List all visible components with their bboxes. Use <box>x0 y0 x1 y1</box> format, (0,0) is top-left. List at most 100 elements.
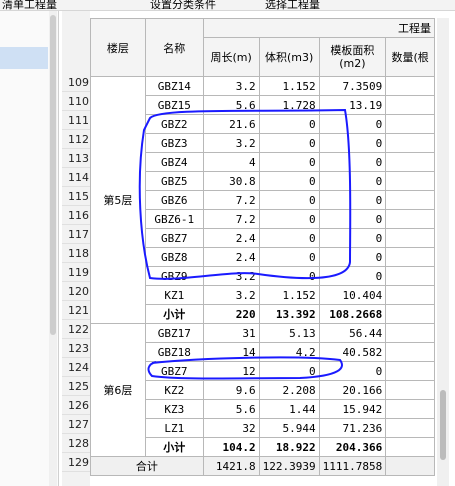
name-cell[interactable]: GBZ7 <box>144 361 204 381</box>
formwork-cell[interactable]: 0 <box>318 171 387 191</box>
name-cell[interactable]: GBZ2 <box>144 114 204 134</box>
row-number[interactable]: 116 <box>62 206 90 225</box>
perimeter-cell[interactable]: 5.6 <box>202 95 260 115</box>
row-number[interactable]: 109 <box>62 73 90 92</box>
name-cell[interactable]: GBZ7 <box>144 228 204 248</box>
formwork-cell[interactable]: 15.942 <box>318 399 387 419</box>
row-number[interactable]: 123 <box>62 339 90 358</box>
row-number[interactable]: 118 <box>62 244 90 263</box>
col-header-formwork[interactable]: 模板面积(m2) <box>318 37 387 77</box>
formwork-cell[interactable]: 108.2668 <box>318 304 387 324</box>
volume-cell[interactable]: 1.152 <box>258 76 320 96</box>
formwork-cell[interactable]: 10.404 <box>318 285 387 305</box>
row-number[interactable]: 122 <box>62 320 90 339</box>
quantity-cell[interactable] <box>385 76 435 96</box>
perimeter-cell[interactable]: 7.2 <box>202 190 260 210</box>
perimeter-cell[interactable]: 14 <box>202 342 260 362</box>
name-cell[interactable]: KZ3 <box>144 399 204 419</box>
formwork-cell[interactable]: 0 <box>318 152 387 172</box>
set-classification-button[interactable]: 设置分类条件 <box>150 0 216 10</box>
row-number[interactable]: 117 <box>62 225 90 244</box>
volume-cell[interactable]: 4.2 <box>258 342 320 362</box>
name-cell[interactable]: GBZ18 <box>144 342 204 362</box>
quantity-cell[interactable] <box>385 228 435 248</box>
row-number[interactable]: 112 <box>62 130 90 149</box>
volume-cell[interactable]: 0 <box>258 152 320 172</box>
volume-cell[interactable]: 0 <box>258 133 320 153</box>
quantity-cell[interactable] <box>385 152 435 172</box>
name-cell[interactable]: GBZ8 <box>144 247 204 267</box>
row-number[interactable]: 128 <box>62 434 90 453</box>
name-cell[interactable]: KZ1 <box>144 285 204 305</box>
quantity-cell[interactable] <box>385 171 435 191</box>
row-number[interactable]: 114 <box>62 168 90 187</box>
formwork-cell[interactable]: 13.19 <box>318 95 387 115</box>
perimeter-cell[interactable]: 30.8 <box>202 171 260 191</box>
select-quantity-button[interactable]: 选择工程量 <box>265 0 320 10</box>
selected-tree-item[interactable] <box>0 47 48 69</box>
volume-cell[interactable]: 122.3939 <box>258 456 320 476</box>
perimeter-cell[interactable]: 32 <box>202 418 260 438</box>
volume-cell[interactable]: 1.728 <box>258 95 320 115</box>
name-cell[interactable]: GBZ9 <box>144 266 204 286</box>
volume-cell[interactable]: 2.208 <box>258 380 320 400</box>
volume-cell[interactable]: 18.922 <box>258 437 320 457</box>
perimeter-cell[interactable]: 1421.8 <box>202 456 260 476</box>
perimeter-cell[interactable]: 2.4 <box>202 228 260 248</box>
quantity-cell[interactable] <box>385 342 435 362</box>
row-number[interactable]: 120 <box>62 282 90 301</box>
formwork-cell[interactable]: 0 <box>318 361 387 381</box>
perimeter-cell[interactable]: 21.6 <box>202 114 260 134</box>
formwork-cell[interactable]: 71.236 <box>318 418 387 438</box>
formwork-cell[interactable]: 0 <box>318 228 387 248</box>
volume-cell[interactable]: 1.152 <box>258 285 320 305</box>
quantity-cell[interactable] <box>385 361 435 381</box>
quantity-cell[interactable] <box>385 380 435 400</box>
formwork-cell[interactable]: 204.366 <box>318 437 387 457</box>
col-header-name[interactable]: 名称 <box>144 18 204 77</box>
row-number[interactable]: 113 <box>62 149 90 168</box>
formwork-cell[interactable]: 0 <box>318 209 387 229</box>
name-cell[interactable]: GBZ5 <box>144 171 204 191</box>
volume-cell[interactable]: 0 <box>258 266 320 286</box>
col-header-volume[interactable]: 体积(m3) <box>258 37 320 77</box>
name-cell[interactable]: GBZ15 <box>144 95 204 115</box>
quantity-cell[interactable] <box>385 266 435 286</box>
perimeter-cell[interactable]: 3.2 <box>202 266 260 286</box>
quantity-cell[interactable] <box>385 114 435 134</box>
volume-cell[interactable]: 0 <box>258 209 320 229</box>
formwork-cell[interactable]: 1111.7858 <box>318 456 387 476</box>
formwork-cell[interactable]: 40.582 <box>318 342 387 362</box>
row-number[interactable]: 110 <box>62 92 90 111</box>
perimeter-cell[interactable]: 3.2 <box>202 285 260 305</box>
name-cell[interactable]: GBZ6 <box>144 190 204 210</box>
row-number[interactable]: 127 <box>62 415 90 434</box>
name-cell[interactable]: GBZ14 <box>144 76 204 96</box>
perimeter-cell[interactable]: 7.2 <box>202 209 260 229</box>
left-scrollbar[interactable] <box>49 11 57 486</box>
volume-cell[interactable]: 0 <box>258 171 320 191</box>
volume-cell[interactable]: 0 <box>258 247 320 267</box>
name-cell[interactable]: 小计 <box>144 437 204 457</box>
left-scrollbar-thumb[interactable] <box>50 15 56 335</box>
name-cell[interactable]: 小计 <box>144 304 204 324</box>
perimeter-cell[interactable]: 12 <box>202 361 260 381</box>
quantity-cell[interactable] <box>385 247 435 267</box>
row-number[interactable]: 111 <box>62 111 90 130</box>
perimeter-cell[interactable]: 5.6 <box>202 399 260 419</box>
row-number[interactable]: 115 <box>62 187 90 206</box>
col-header-perimeter[interactable]: 周长(m) <box>202 37 260 77</box>
perimeter-cell[interactable]: 3.2 <box>202 133 260 153</box>
name-cell[interactable]: LZ1 <box>144 418 204 438</box>
formwork-cell[interactable]: 0 <box>318 247 387 267</box>
volume-cell[interactable]: 0 <box>258 114 320 134</box>
volume-cell[interactable]: 0 <box>258 228 320 248</box>
quantity-cell[interactable] <box>385 399 435 419</box>
row-number[interactable]: 124 <box>62 358 90 377</box>
formwork-cell[interactable]: 0 <box>318 133 387 153</box>
perimeter-cell[interactable]: 4 <box>202 152 260 172</box>
quantity-cell[interactable] <box>385 323 435 343</box>
formwork-cell[interactable]: 7.3509 <box>318 76 387 96</box>
name-cell[interactable]: KZ2 <box>144 380 204 400</box>
grid-scrollbar[interactable] <box>437 18 449 486</box>
